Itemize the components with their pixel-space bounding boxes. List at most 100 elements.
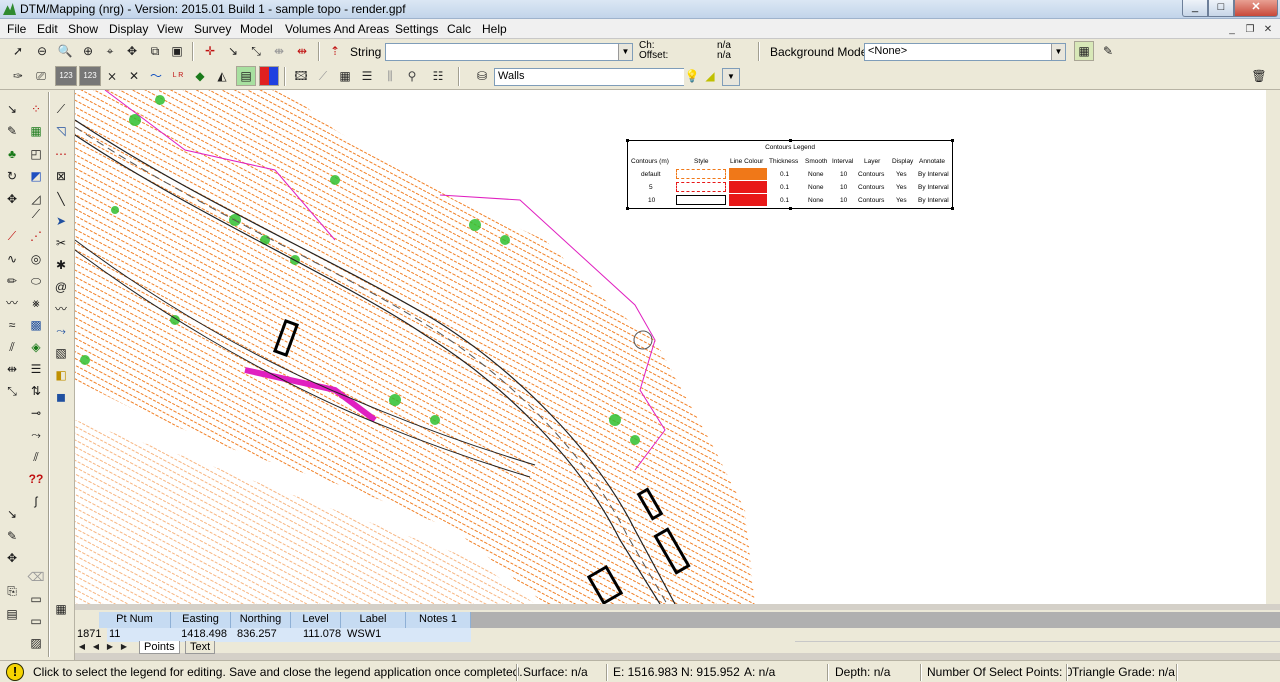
edit-point-icon[interactable]: ✎ xyxy=(2,122,22,142)
string-select[interactable]: ▼ xyxy=(385,43,633,61)
grid-row-index[interactable]: 1871 xyxy=(75,628,107,642)
draw-wave-icon[interactable]: 〰 xyxy=(51,300,71,320)
draw-line-icon[interactable]: ╲ xyxy=(51,190,71,210)
menu-display[interactable]: Display xyxy=(109,22,148,36)
menu-calc[interactable]: Calc xyxy=(447,22,471,36)
menu-edit[interactable]: Edit xyxy=(37,22,58,36)
draw-spiral-icon[interactable]: @ xyxy=(51,278,71,298)
move-cross-icon[interactable]: ✛ xyxy=(200,41,220,61)
cross-hatch-icon[interactable]: ⨳ xyxy=(26,294,46,314)
tab-last-icon[interactable]: ▶ xyxy=(119,641,129,653)
color-map-icon[interactable] xyxy=(259,66,279,86)
zoom-extents-icon[interactable]: ⌖ xyxy=(100,41,120,61)
mdi-minimize-button[interactable]: _ xyxy=(1224,23,1240,37)
zoom-window-icon[interactable]: 🔍 xyxy=(55,41,75,61)
grid-cell-level[interactable]: 111.078 xyxy=(291,628,341,642)
image-icon[interactable]: 🖾 xyxy=(291,66,311,86)
plot-icon[interactable]: ▨ xyxy=(26,634,46,654)
string-join-icon[interactable]: ⇹ xyxy=(2,360,22,380)
lightbulb-icon[interactable]: 💡 xyxy=(682,66,702,86)
horizontal-scrollbar[interactable] xyxy=(795,641,1280,653)
resize-handle[interactable] xyxy=(626,207,629,210)
layer-select[interactable]: Walls xyxy=(494,68,684,86)
snap-tool-icon[interactable]: ⇹ xyxy=(292,41,312,61)
draw-bitmap-icon[interactable]: ◧ xyxy=(51,366,71,386)
draw-fill-icon[interactable]: ◼ xyxy=(51,388,71,408)
mdi-close-button[interactable]: ✕ xyxy=(1260,23,1276,37)
grid-cell-notes[interactable] xyxy=(406,628,471,642)
string-curve-icon[interactable]: ∿ xyxy=(2,250,22,270)
block-icon[interactable]: ▤ xyxy=(2,605,22,625)
chevron-down-icon[interactable]: ▼ xyxy=(618,44,632,60)
layers-icon[interactable]: ⛁ xyxy=(472,66,492,86)
tab-next-icon[interactable]: ▶ xyxy=(105,641,115,653)
tab-first-icon[interactable]: ◀ xyxy=(77,641,87,653)
hatch-fill-icon[interactable]: ▩ xyxy=(26,316,46,336)
point-number-button[interactable]: 123 xyxy=(55,66,77,86)
regen-icon[interactable]: ▣ xyxy=(167,41,187,61)
load-model-icon[interactable]: ▦ xyxy=(1074,41,1094,61)
grid-header-label[interactable]: Label xyxy=(341,612,406,628)
grid-icon[interactable]: ▦ xyxy=(335,66,355,86)
grid-header-notes[interactable]: Notes 1 xyxy=(406,612,471,628)
contours-legend[interactable]: Contours Legend Contours (m) Style Line … xyxy=(626,139,954,210)
divider-tool-icon[interactable]: ⊸ xyxy=(26,404,46,424)
script-icon[interactable]: ʃ xyxy=(26,492,46,512)
grid-header-northing[interactable]: Northing xyxy=(231,612,291,628)
move-icon[interactable]: ✥ xyxy=(2,190,22,210)
list-tool-icon[interactable]: ☰ xyxy=(26,360,46,380)
grid-cell-northing[interactable]: 836.257 xyxy=(231,628,291,642)
close-button[interactable]: ✕ xyxy=(1234,0,1278,17)
surface-icon[interactable]: ◭ xyxy=(212,66,232,86)
pan-view-icon[interactable]: ✥ xyxy=(122,41,142,61)
string-select-icon[interactable]: ⇡ xyxy=(325,41,345,61)
query-icon[interactable]: ?? xyxy=(26,470,46,490)
text-edit-icon[interactable]: ✎ xyxy=(2,527,22,547)
add-tree-icon[interactable]: ♣ xyxy=(2,145,22,165)
layer-dropdown[interactable]: ▼ xyxy=(722,68,740,86)
dashed-line-icon[interactable]: ⋰ xyxy=(26,227,46,247)
measure-icon[interactable]: ⟋ xyxy=(313,66,333,86)
edit-camera-icon[interactable]: ⎚ xyxy=(31,66,51,86)
pick-point-icon[interactable]: ↘ xyxy=(223,41,243,61)
chevron-down-icon[interactable]: ▼ xyxy=(723,69,739,85)
menu-help[interactable]: Help xyxy=(482,22,507,36)
grid-header-easting[interactable]: Easting xyxy=(171,612,231,628)
select-point-icon[interactable]: ↘ xyxy=(2,100,22,120)
area-fill-icon[interactable]: ◈ xyxy=(26,338,46,358)
text-move-icon[interactable]: ✥ xyxy=(2,549,22,569)
vertical-scrollbar[interactable] xyxy=(1266,90,1280,604)
copy-view-icon[interactable]: ⧉ xyxy=(145,41,165,61)
table-icon[interactable]: ☰ xyxy=(357,66,377,86)
menu-show[interactable]: Show xyxy=(68,22,98,36)
background-model-select[interactable]: <None> ▼ xyxy=(864,43,1066,61)
draw-pointer-icon[interactable]: ➤ xyxy=(51,212,71,232)
grid-header-level[interactable]: Level xyxy=(291,612,341,628)
draw-arrow-icon[interactable]: ⤳ xyxy=(51,322,71,342)
menu-view[interactable]: View xyxy=(157,22,183,36)
edit-string-icon[interactable]: ✑ xyxy=(8,66,28,86)
draw-rect-icon[interactable]: ⊠ xyxy=(51,167,71,187)
string-parallel-icon[interactable]: ⫽ xyxy=(2,338,22,358)
lr-button[interactable]: L R xyxy=(168,66,188,86)
eraser-icon[interactable]: ⌫ xyxy=(26,568,46,588)
resize-handle[interactable] xyxy=(951,207,954,210)
blob-icon[interactable]: ⬭ xyxy=(26,272,46,292)
draw-triangle-icon[interactable]: ◹ xyxy=(51,122,71,142)
resize-handle[interactable] xyxy=(789,207,792,210)
grid-view-icon[interactable]: ▦ xyxy=(51,600,71,620)
sort-tool-icon[interactable]: ⇅ xyxy=(26,382,46,402)
draw-polyline-icon[interactable]: ⟋ xyxy=(51,100,71,120)
minimize-button[interactable]: _ xyxy=(1182,0,1208,17)
point-level-button[interactable]: 123 xyxy=(79,66,101,86)
rotate-icon[interactable]: ↻ xyxy=(2,167,22,187)
edit-model-icon[interactable]: ✎ xyxy=(1098,41,1118,61)
layer-color-icon[interactable]: ◢ xyxy=(700,66,720,86)
resize-handle[interactable] xyxy=(951,139,954,142)
grid-cell-pt-num[interactable]: 11 xyxy=(107,628,171,642)
columns-icon[interactable]: ⫼ xyxy=(380,66,400,86)
draw-dash-icon[interactable]: ⋯ xyxy=(51,145,71,165)
trash-bin-icon[interactable]: 🗑 xyxy=(1249,66,1269,86)
zoom-in-icon[interactable]: ⊕ xyxy=(78,41,98,61)
crossing-lines-icon[interactable]: ⨯ xyxy=(102,66,122,86)
